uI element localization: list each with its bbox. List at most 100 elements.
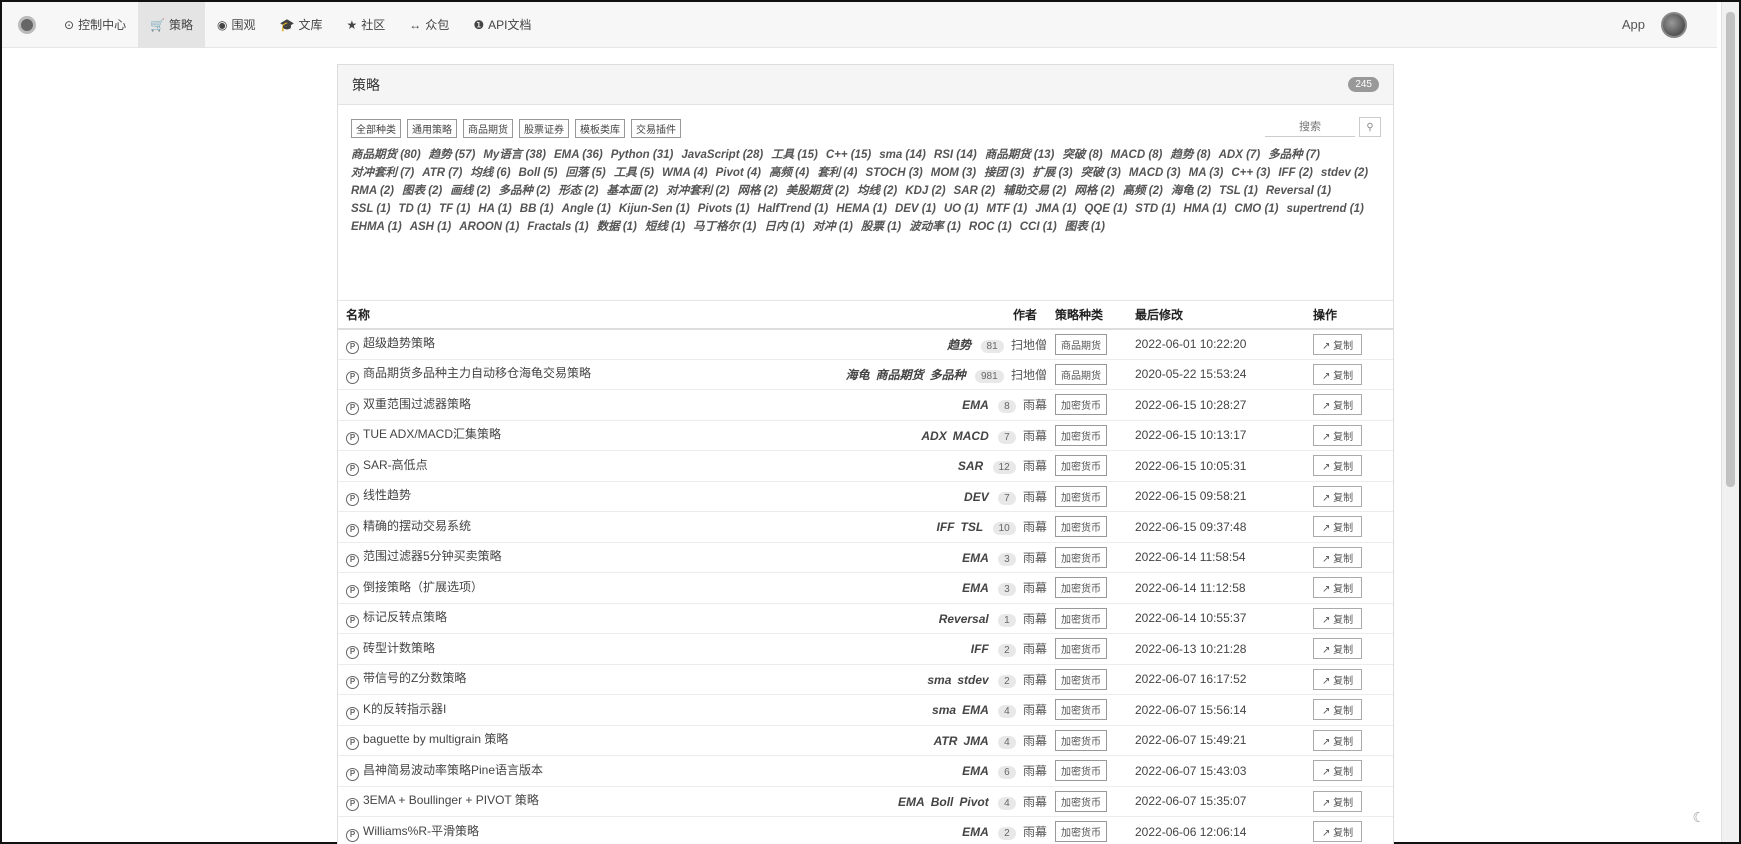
row-tag[interactable]: 海龟 <box>846 368 870 382</box>
strategy-name-link[interactable]: K的反转指示器I <box>363 702 446 716</box>
tag-link[interactable]: Pivot (4) <box>716 164 761 182</box>
tag-link[interactable]: stdev (2) <box>1321 164 1368 182</box>
row-tag[interactable]: EMA <box>962 398 989 412</box>
strategy-name-link[interactable]: 砖型计数策略 <box>363 641 435 655</box>
row-tag[interactable]: 趋势 <box>947 338 971 352</box>
scroll-thumb[interactable] <box>1726 12 1735 487</box>
tag-link[interactable]: 对冲套利 (2) <box>666 182 729 200</box>
tag-link[interactable]: Pivots (1) <box>698 200 750 218</box>
row-tag[interactable]: ATR <box>934 734 958 748</box>
tag-link[interactable]: 接团 (3) <box>984 164 1024 182</box>
tag-link[interactable]: 对冲 (1) <box>813 218 853 236</box>
copy-button[interactable]: ↗ 复制 <box>1313 577 1363 599</box>
tag-link[interactable]: JavaScript (28) <box>681 146 763 164</box>
tag-link[interactable]: HEMA (1) <box>836 200 887 218</box>
author-name[interactable]: 扫地僧 <box>1011 368 1047 382</box>
tag-link[interactable]: 美股期货 (2) <box>786 182 849 200</box>
row-tag[interactable]: IFF <box>937 520 955 534</box>
copy-button[interactable]: ↗ 复制 <box>1313 363 1363 385</box>
copy-button[interactable]: ↗ 复制 <box>1313 668 1363 690</box>
col-header-modified[interactable]: 最后修改 <box>1135 300 1313 330</box>
strategy-name-link[interactable]: 超级趋势策略 <box>363 336 435 350</box>
strategy-name-link[interactable]: 线性趋势 <box>363 488 411 502</box>
strategy-name-link[interactable]: 标记反转点策略 <box>363 610 447 624</box>
nav-item-crowdsource[interactable]: ↔ 众包 <box>397 2 461 48</box>
tag-link[interactable]: STOCH (3) <box>865 164 922 182</box>
copy-button[interactable]: ↗ 复制 <box>1313 760 1363 782</box>
row-tag[interactable]: EMA <box>962 764 989 778</box>
tag-link[interactable]: 基本面 (2) <box>607 182 659 200</box>
tag-link[interactable]: 高频 (2) <box>1123 182 1163 200</box>
tag-link[interactable]: 多品种 (7) <box>1268 146 1320 164</box>
author-name[interactable]: 雨幕 <box>1023 490 1047 504</box>
nav-item-dashboard[interactable]: ⊙ 控制中心 <box>52 2 138 48</box>
author-name[interactable]: 雨幕 <box>1023 642 1047 656</box>
row-tag[interactable]: JMA <box>963 734 988 748</box>
search-icon[interactable]: ⚲ <box>1359 117 1381 137</box>
author-name[interactable]: 扫地僧 <box>1011 338 1047 352</box>
tag-link[interactable]: STD (1) <box>1135 200 1175 218</box>
filter-button[interactable]: 模板类库 <box>575 119 625 138</box>
tag-link[interactable]: TSL (1) <box>1219 182 1258 200</box>
tag-link[interactable]: 网格 (2) <box>1074 182 1114 200</box>
tag-link[interactable]: BB (1) <box>520 200 554 218</box>
copy-button[interactable]: ↗ 复制 <box>1313 394 1363 416</box>
row-tag[interactable]: IFF <box>971 642 989 656</box>
tag-link[interactable]: MA (3) <box>1189 164 1224 182</box>
tag-link[interactable]: MOM (3) <box>931 164 976 182</box>
row-tag[interactable]: stdev <box>957 673 988 687</box>
author-name[interactable]: 雨幕 <box>1023 429 1047 443</box>
row-tag[interactable]: TSL <box>961 520 984 534</box>
tag-link[interactable]: sma (14) <box>879 146 926 164</box>
row-tag[interactable]: 商品期货 <box>876 368 924 382</box>
tag-link[interactable]: ATR (7) <box>422 164 462 182</box>
tag-link[interactable]: 工具 (15) <box>771 146 818 164</box>
tag-link[interactable]: SAR (2) <box>954 182 996 200</box>
tag-link[interactable]: MACD (3) <box>1129 164 1181 182</box>
copy-button[interactable]: ↗ 复制 <box>1313 607 1363 629</box>
tag-link[interactable]: KDJ (2) <box>905 182 945 200</box>
filter-button[interactable]: 通用策略 <box>407 119 457 138</box>
strategy-name-link[interactable]: baguette by multigrain 策略 <box>363 732 508 746</box>
app-link[interactable]: App <box>1622 17 1645 32</box>
tag-link[interactable]: 均线 (2) <box>857 182 897 200</box>
row-tag[interactable]: Reversal <box>939 612 989 626</box>
row-tag[interactable]: EMA <box>898 795 925 809</box>
nav-item-library[interactable]: 🎓 文库 <box>268 2 335 48</box>
vertical-scrollbar[interactable] <box>1721 2 1739 842</box>
copy-button[interactable]: ↗ 复制 <box>1313 333 1363 355</box>
tag-link[interactable]: IFF (2) <box>1278 164 1313 182</box>
user-avatar[interactable] <box>1661 11 1687 38</box>
tag-link[interactable]: ADX (7) <box>1219 146 1261 164</box>
tag-link[interactable]: SSL (1) <box>351 200 390 218</box>
copy-button[interactable]: ↗ 复制 <box>1313 455 1363 477</box>
row-tag[interactable]: 多品种 <box>930 368 966 382</box>
tag-link[interactable]: C++ (15) <box>826 146 871 164</box>
tag-link[interactable]: Reversal (1) <box>1266 182 1331 200</box>
tag-link[interactable]: MACD (8) <box>1111 146 1163 164</box>
tag-link[interactable]: Angle (1) <box>562 200 611 218</box>
tag-link[interactable]: 工具 (5) <box>614 164 654 182</box>
filter-button[interactable]: 商品期货 <box>463 119 513 138</box>
author-name[interactable]: 雨幕 <box>1023 795 1047 809</box>
tag-link[interactable]: Python (31) <box>611 146 674 164</box>
tag-link[interactable]: 股票 (1) <box>861 218 901 236</box>
row-tag[interactable]: EMA <box>962 703 989 717</box>
strategy-name-link[interactable]: 双重范围过滤器策略 <box>363 397 471 411</box>
copy-button[interactable]: ↗ 复制 <box>1313 821 1363 843</box>
row-tag[interactable]: Pivot <box>959 795 988 809</box>
tag-link[interactable]: CCI (1) <box>1020 218 1057 236</box>
tag-link[interactable]: 海龟 (2) <box>1171 182 1211 200</box>
tag-link[interactable]: ASH (1) <box>410 218 452 236</box>
strategy-name-link[interactable]: 带信号的Z分数策略 <box>363 671 466 685</box>
tag-link[interactable]: 短线 (1) <box>645 218 685 236</box>
nav-item-community[interactable]: ★ 社区 <box>335 2 398 48</box>
author-name[interactable]: 雨幕 <box>1023 764 1047 778</box>
tag-link[interactable]: EMA (36) <box>554 146 603 164</box>
copy-button[interactable]: ↗ 复制 <box>1313 546 1363 568</box>
tag-link[interactable]: JMA (1) <box>1035 200 1076 218</box>
strategy-name-link[interactable]: TUE ADX/MACD汇集策略 <box>363 427 501 441</box>
tag-link[interactable]: 套利 (4) <box>817 164 857 182</box>
copy-button[interactable]: ↗ 复制 <box>1313 699 1363 721</box>
tag-link[interactable]: 突破 (8) <box>1062 146 1102 164</box>
